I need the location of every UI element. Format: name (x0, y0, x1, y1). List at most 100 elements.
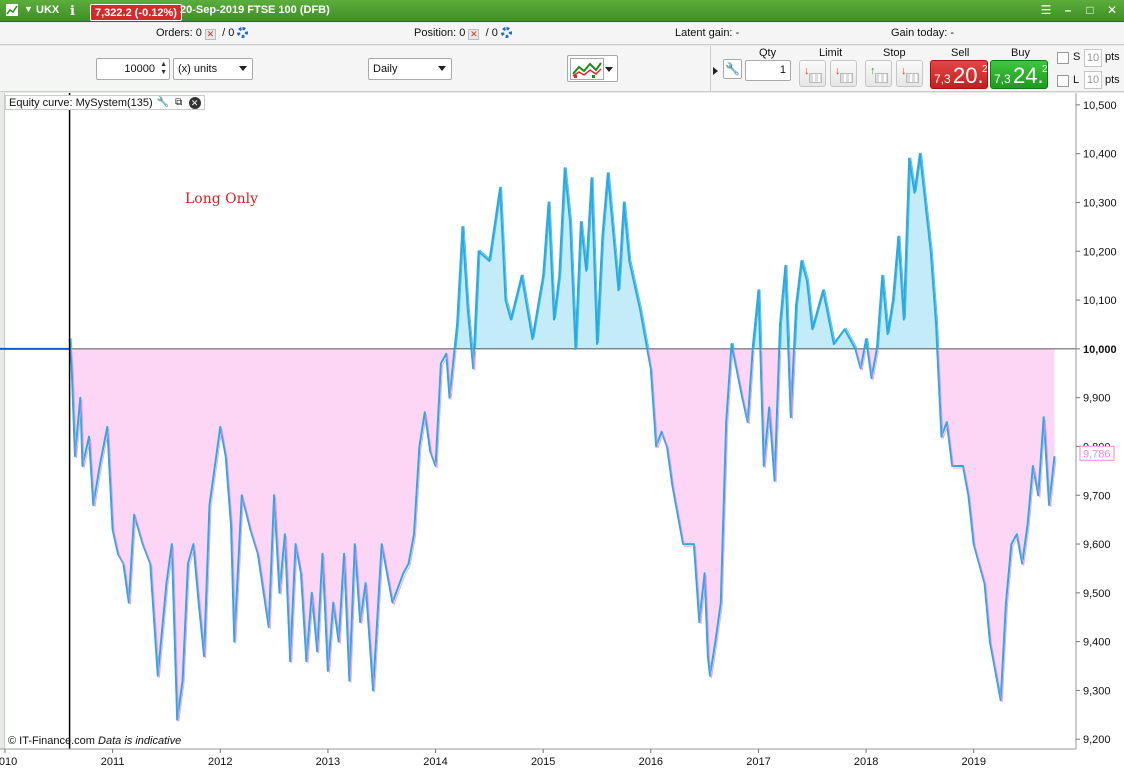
close-position-icon[interactable]: ✕ (468, 29, 480, 40)
stop-sell-button[interactable]: ↓ (896, 60, 923, 87)
y-tick-label: 9,200 (1083, 734, 1111, 746)
y-tick-label: 9,300 (1083, 685, 1111, 697)
info-icon[interactable]: i (70, 4, 80, 19)
chevron-down-icon (438, 66, 446, 71)
latent-gain: Latent gain: - (675, 27, 739, 39)
orders-separator: / (222, 27, 226, 39)
stop-l-units: pts (1105, 74, 1120, 86)
chart-toolbar: 10000 ▲ ▼ (x) units Daily (0, 46, 710, 92)
stop-l-points-input[interactable]: 10 (1084, 71, 1102, 89)
sell-button[interactable]: 7,3 20. 2 (930, 60, 988, 89)
y-tick-label: 10,300 (1083, 197, 1117, 209)
x-tick-label: 2010 (0, 756, 17, 768)
chart-app-icon[interactable] (6, 4, 18, 16)
grid-icon (840, 73, 853, 83)
y-tick-label: 10,000 (1083, 344, 1117, 356)
units-select[interactable]: (x) units (173, 58, 253, 80)
minimize-icon[interactable]: – (1060, 3, 1076, 18)
title-bar: ▼ UKX i 7,322.2 (-0.12%) 20-Sep-2019 FTS… (0, 0, 1124, 22)
drawdown-area-fill (70, 348, 455, 720)
symbol-label[interactable]: UKX (36, 4, 59, 16)
orders-settings-icon[interactable] (237, 27, 249, 38)
position-status: Position: 0 ✕ / 0 (414, 27, 512, 40)
position-settings-icon[interactable] (500, 27, 512, 38)
x-tick-label: 2013 (316, 756, 340, 768)
y-tick-label: 9,600 (1083, 539, 1111, 551)
orders-count: 0 (195, 27, 202, 39)
annotation-label: Long Only (185, 191, 258, 207)
latent-gain-value: - (735, 27, 740, 39)
position-pending: 0 (491, 27, 498, 39)
orders-pending: 0 (228, 27, 235, 39)
stop-s-label: S (1073, 51, 1081, 63)
x-tick-label: 2014 (423, 756, 447, 768)
position-count: 0 (459, 27, 466, 39)
quantity-input[interactable]: 10000 ▲ ▼ (96, 58, 170, 80)
stop-s-checkbox[interactable] (1057, 52, 1069, 64)
buy-price-fraction: 2 (1042, 64, 1048, 75)
y-tick-label: 9,500 (1083, 588, 1111, 600)
close-icon[interactable]: ✕ (1104, 3, 1120, 18)
wrench-icon[interactable]: 🔧 (157, 97, 169, 109)
stop-l-checkbox[interactable] (1057, 75, 1069, 87)
x-tick-label: 2012 (208, 756, 232, 768)
trade-panel: 🔧 Qty 1 Limit ↓ ↓ Stop ↑ ↓ Sell 7,3 20. … (710, 46, 1124, 92)
y-axis-panel (1076, 93, 1124, 772)
indicator-title[interactable]: Equity curve: MySystem(135) (9, 97, 153, 109)
expand-panel-icon[interactable] (713, 67, 718, 75)
stop-s-points-input[interactable]: 10 (1084, 49, 1102, 67)
x-axis-panel (0, 749, 1124, 772)
symbol-dropdown-icon[interactable]: ▼ (24, 4, 33, 14)
buy-price-prefix: 7,3 (994, 72, 1011, 86)
gain-today-value: - (950, 27, 954, 39)
trade-qty-value: 1 (779, 64, 786, 76)
quantity-value: 10000 (124, 63, 155, 75)
stop-buy-button[interactable]: ↑ (865, 60, 892, 87)
y-tick-label: 10,200 (1083, 246, 1117, 258)
sell-price-main: 20. (953, 63, 984, 88)
equity-curve-shadow (70, 338, 73, 348)
data-note: Data is indicative (98, 735, 182, 747)
status-bar: Orders: 0 ✕ / 0 Position: 0 ✕ / 0 Latent… (0, 23, 1124, 45)
chevron-down-icon (605, 67, 613, 72)
window-controls: ☰ – □ ✕ (1038, 3, 1120, 18)
menu-icon[interactable]: ☰ (1038, 3, 1054, 18)
limit-buy-button[interactable]: ↓ (830, 60, 857, 87)
x-tick-label: 2016 (639, 756, 663, 768)
y-tick-label: 10,400 (1083, 149, 1117, 161)
sell-header: Sell (951, 47, 970, 59)
x-tick-label: 2019 (962, 756, 986, 768)
duplicate-window-icon[interactable]: ⧉ (173, 97, 185, 109)
instrument-description: 20-Sep-2019 FTSE 100 (DFB) (180, 4, 330, 16)
maximize-icon[interactable]: □ (1082, 3, 1098, 18)
x-tick-label: 2017 (746, 756, 770, 768)
y-tick-label: 9,700 (1083, 490, 1111, 502)
trade-qty-input[interactable]: 1 (745, 60, 791, 81)
gain-area-fill (794, 261, 856, 349)
copyright-text: © IT-Finance.com (8, 735, 95, 747)
equity-curve-chart[interactable]: Long Only 9,200 9,300 9,400 9,500 9,600 9,700 9… (0, 93, 1124, 772)
indicator-header: Equity curve: MySystem(135) 🔧 ⧉ ✕ (5, 95, 205, 110)
buy-button[interactable]: 7,3 24. 2 (990, 60, 1048, 89)
price-change-badge: 7,322.2 (-0.12%) (90, 4, 182, 21)
sell-price-fraction: 2 (982, 64, 988, 75)
position-separator: / (485, 27, 489, 39)
copyright-notice: © IT-Finance.com Data is indicative (8, 735, 181, 747)
y-tick-label: 10,500 (1083, 100, 1117, 112)
period-value: Daily (373, 63, 398, 75)
period-select[interactable]: Daily (368, 58, 452, 80)
x-tick-label: 2015 (531, 756, 555, 768)
position-label: Position: (414, 27, 457, 39)
qty-header: Qty (759, 47, 777, 59)
wrench-icon[interactable]: 🔧 (723, 59, 742, 79)
quantity-spinner-icon[interactable]: ▲ ▼ (160, 61, 167, 77)
grid-icon (906, 73, 919, 83)
drawdown-area-fill (647, 348, 732, 676)
orders-label: Orders: (156, 27, 193, 39)
equity-curve-shadow (732, 342, 735, 348)
close-indicator-icon[interactable]: ✕ (188, 96, 201, 109)
limit-sell-button[interactable]: ↓ (799, 60, 826, 87)
units-value: (x) units (178, 63, 218, 75)
cancel-orders-icon[interactable]: ✕ (204, 29, 216, 40)
chart-type-button[interactable] (567, 55, 618, 82)
